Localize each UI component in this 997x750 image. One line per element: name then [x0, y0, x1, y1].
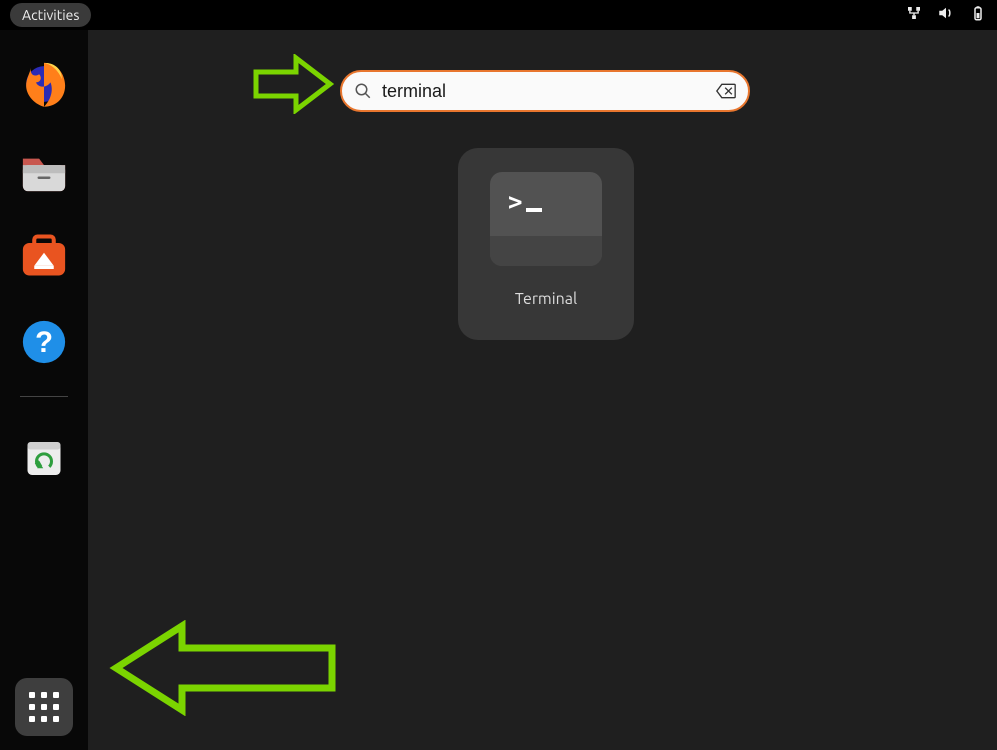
dock-app-firefox[interactable] [18, 58, 70, 110]
dock-separator [20, 396, 68, 397]
volume-icon[interactable] [937, 4, 955, 26]
top-bar: Activities [0, 0, 997, 30]
annotation-arrow-apps [108, 620, 338, 716]
terminal-app-icon: > [490, 172, 602, 266]
system-tray[interactable] [905, 4, 987, 26]
search-input[interactable] [382, 81, 706, 102]
search-result-terminal[interactable]: > Terminal [458, 148, 634, 340]
svg-text:?: ? [35, 327, 53, 359]
battery-icon[interactable] [969, 4, 987, 26]
dock-app-help[interactable]: ? [18, 316, 70, 368]
network-icon[interactable] [905, 4, 923, 26]
search-result-label: Terminal [515, 290, 577, 308]
apps-grid-icon [29, 692, 59, 722]
annotation-arrow-search [252, 54, 334, 114]
show-applications-button[interactable] [15, 678, 73, 736]
activities-button[interactable]: Activities [10, 3, 91, 27]
dock: ? [0, 30, 88, 750]
search-bar[interactable] [340, 70, 750, 112]
dock-trash[interactable] [18, 431, 70, 483]
dock-app-files[interactable] [18, 144, 70, 196]
clear-search-icon[interactable] [716, 82, 736, 100]
dock-app-software[interactable] [18, 230, 70, 282]
search-icon [354, 82, 372, 100]
